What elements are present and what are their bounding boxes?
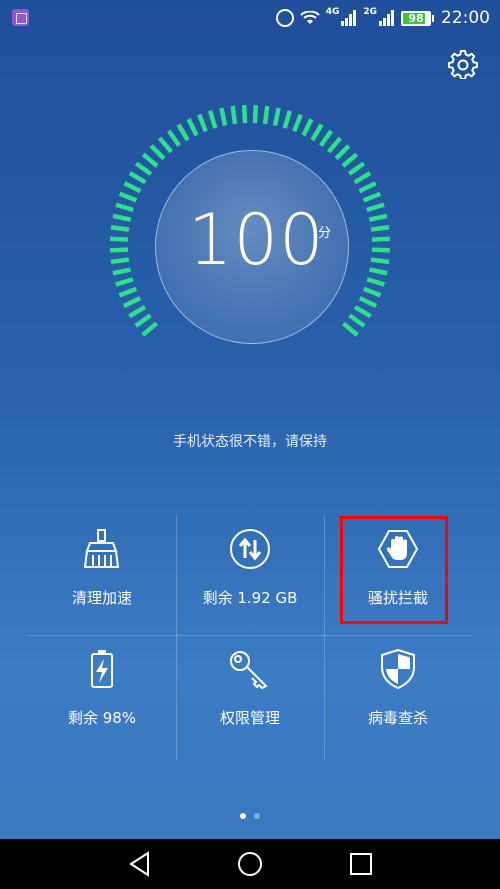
signal-1-icon <box>341 10 357 26</box>
home-icon[interactable] <box>234 848 266 880</box>
key-icon <box>230 651 268 690</box>
battery-percent: 98 <box>408 11 424 25</box>
network-2g-label: 2G <box>363 7 377 17</box>
gauge-tick <box>369 267 388 276</box>
gauge-tick <box>366 202 385 213</box>
clock: 22:00 <box>441 8 490 28</box>
gauge-tick <box>363 286 382 298</box>
tile-label: 剩余 98% <box>67 709 137 727</box>
gauge-tick <box>282 110 293 129</box>
gallery-notification-icon <box>12 9 29 26</box>
status-bar: 4G 2G 98 22:00 <box>0 0 500 36</box>
navigation-bar <box>0 839 500 889</box>
tile-clean-speedup[interactable]: 清理加速 <box>28 515 176 635</box>
gauge-tick <box>141 321 158 337</box>
gauge-tick <box>353 305 372 319</box>
gauge-tick <box>371 236 390 242</box>
gauge-tick <box>110 225 130 232</box>
gauge-tick <box>110 247 129 253</box>
gauge-tick <box>157 136 174 154</box>
gauge-tick <box>176 123 190 142</box>
gauge-tick <box>326 136 343 154</box>
gauge-tick <box>115 202 134 213</box>
page-dot-active <box>240 813 246 819</box>
gauge-tick <box>370 257 390 265</box>
gauge-tick <box>112 267 131 276</box>
tile-label: 权限管理 <box>219 709 280 727</box>
gauge-tick <box>292 113 303 133</box>
gauge-tick <box>134 161 153 176</box>
gauge-tick <box>347 161 366 176</box>
gauge-tick <box>358 181 377 194</box>
signal-2-icon <box>379 10 395 26</box>
score-unit: 分 <box>318 226 332 241</box>
tile-battery[interactable]: 剩余 98% <box>28 635 176 755</box>
gauge-tick <box>122 296 142 308</box>
gauge-tick <box>197 113 208 133</box>
gauge-tick <box>115 277 134 287</box>
gauge-tick <box>219 107 228 127</box>
gauge-tick <box>207 110 218 129</box>
gauge-tick <box>371 247 390 253</box>
gauge-tick <box>310 123 324 142</box>
gauge-tick <box>342 321 359 337</box>
gauge-tick <box>252 105 259 124</box>
gauge-tick <box>334 144 351 161</box>
tile-label: 病毒查杀 <box>367 709 428 727</box>
gauge-tick <box>149 144 166 161</box>
gauge-tick <box>128 305 147 319</box>
tile-virus-scan[interactable]: 病毒查杀 <box>324 635 472 755</box>
gauge-tick <box>370 225 390 232</box>
tile-label: 清理加速 <box>71 589 132 607</box>
gauge-tick <box>230 105 238 125</box>
gauge-tick <box>110 236 129 242</box>
shield-icon <box>381 648 415 690</box>
recent-apps-icon[interactable] <box>345 848 377 880</box>
network-4g-label: 4G <box>325 7 340 17</box>
wifi-icon <box>299 11 320 24</box>
gauge-tick <box>353 171 372 185</box>
highlight-box <box>340 516 448 624</box>
gauge-tick <box>118 286 137 298</box>
gauge-tick <box>141 152 159 168</box>
gauge-tick <box>134 313 152 328</box>
back-icon[interactable] <box>124 848 156 880</box>
gauge-tick <box>358 296 378 308</box>
gauge-tick <box>318 129 334 147</box>
gauge-tick <box>272 107 281 127</box>
gauge-tick <box>166 129 182 147</box>
battery-status-icon: 98 <box>401 10 434 26</box>
tile-storage-remaining[interactable]: 剩余 1.92 GB <box>176 515 324 635</box>
settings-gear-icon[interactable] <box>448 49 478 79</box>
gauge-tick <box>301 118 314 137</box>
gauge-tick <box>262 105 270 125</box>
battery-icon <box>91 650 113 688</box>
gauge-tick <box>128 171 147 185</box>
alarm-icon <box>275 9 294 27</box>
page-indicator <box>0 813 500 819</box>
page-dot <box>254 813 260 819</box>
gauge-tick <box>362 191 382 203</box>
gauge-tick <box>110 257 130 265</box>
gauge-tick <box>366 277 385 287</box>
gauge-tick <box>186 118 199 137</box>
tile-permission-management[interactable]: 权限管理 <box>176 635 324 755</box>
gauge-tick <box>368 213 388 222</box>
tile-label: 剩余 1.92 GB <box>202 589 298 607</box>
data-transfer-icon <box>230 529 270 569</box>
gauge-tick <box>118 191 138 203</box>
status-message: 手机状态很不错，请保持 <box>173 434 327 450</box>
gauge-tick <box>123 181 142 194</box>
gauge-tick <box>112 213 132 222</box>
gauge-tick <box>241 105 248 124</box>
status-icons: 4G 2G 98 22:00 <box>275 6 490 30</box>
gauge-tick <box>348 313 366 328</box>
score-value: 100 <box>188 199 325 281</box>
broom-icon <box>83 529 120 568</box>
gauge-tick <box>341 152 359 168</box>
